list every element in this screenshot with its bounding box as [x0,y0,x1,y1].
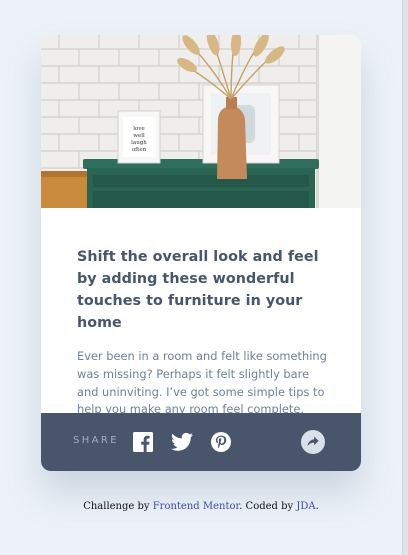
svg-text:often: often [132,147,147,153]
article-description: Ever been in a room and felt like someth… [77,349,327,417]
drawers-image: love well laugh often [41,35,361,208]
attribution-prefix: Challenge by [83,501,153,512]
share-label: SHARE [73,435,119,446]
share-icon [307,436,319,447]
frontend-mentor-link[interactable]: Frontend Mentor [153,501,239,512]
pinterest-icon[interactable] [211,432,231,452]
article-title: Shift the overall look and feel by addin… [77,249,319,331]
attribution: Challenge by Frontend Mentor. Coded by J… [0,501,402,512]
share-button[interactable] [301,430,325,454]
twitter-icon[interactable] [171,432,193,452]
card-content: Shift the overall look and feel by addin… [77,246,333,419]
svg-text:well: well [133,133,145,139]
share-footer: SHARE [41,413,361,471]
facebook-icon[interactable] [133,432,153,452]
svg-text:love: love [133,126,144,132]
svg-text:laugh: laugh [131,140,147,146]
page-scrollbar[interactable] [402,0,408,555]
attribution-middle: . Coded by [239,501,297,512]
author-link[interactable]: JDA [296,501,315,512]
attribution-suffix: . [315,501,319,512]
article-preview-card: love well laugh often Shift the overall … [41,35,361,471]
